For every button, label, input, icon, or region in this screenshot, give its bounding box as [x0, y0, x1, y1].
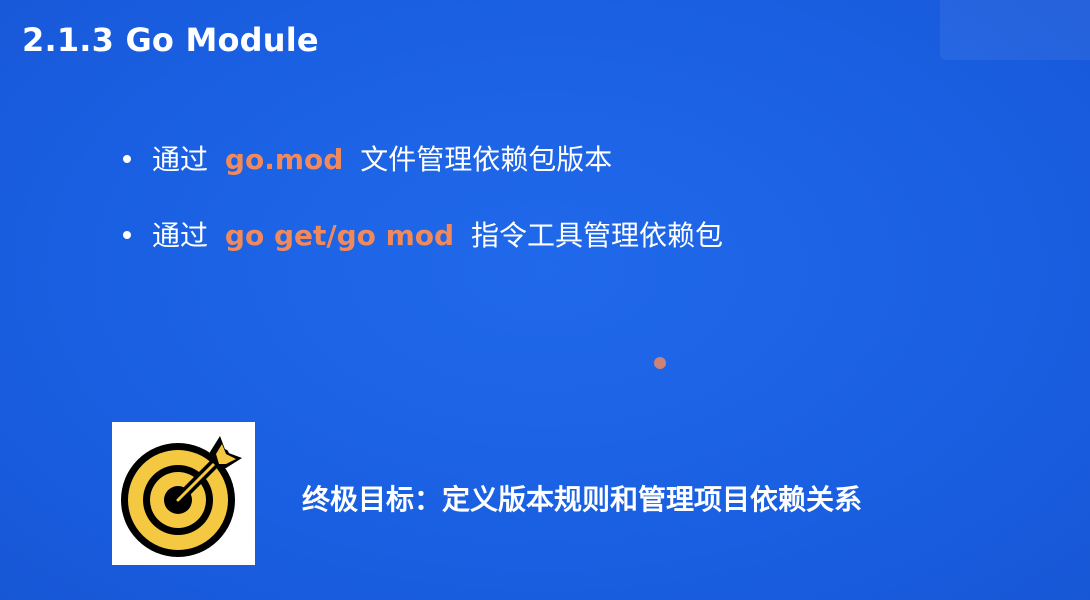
goal-text: 终极目标：定义版本规则和管理项目依赖关系	[302, 483, 863, 516]
bullet-code: go.mod	[224, 143, 344, 176]
slide: 2.1.3 Go Module 通过 go.mod 文件管理依赖包版本 通过 g…	[0, 0, 1090, 600]
bullet-suffix: 文件管理依赖包版本	[360, 143, 613, 176]
target-icon	[121, 436, 242, 557]
bullet-code: go get/go mod	[224, 219, 455, 252]
corner-overlay	[940, 0, 1090, 60]
bullet-item: 通过 go get/go mod 指令工具管理依赖包	[120, 214, 723, 258]
bullet-item: 通过 go.mod 文件管理依赖包版本	[120, 138, 723, 182]
bullet-suffix: 指令工具管理依赖包	[470, 219, 723, 252]
bullet-prefix: 通过	[152, 219, 209, 252]
bullet-dot-icon	[123, 231, 131, 239]
bullet-list: 通过 go.mod 文件管理依赖包版本 通过 go get/go mod 指令工…	[120, 138, 723, 290]
bullet-prefix: 通过	[152, 143, 209, 176]
slide-title: 2.1.3 Go Module	[22, 21, 319, 59]
laser-pointer-dot	[654, 357, 666, 369]
target-icon-box	[112, 422, 255, 565]
bullet-dot-icon	[123, 155, 131, 163]
